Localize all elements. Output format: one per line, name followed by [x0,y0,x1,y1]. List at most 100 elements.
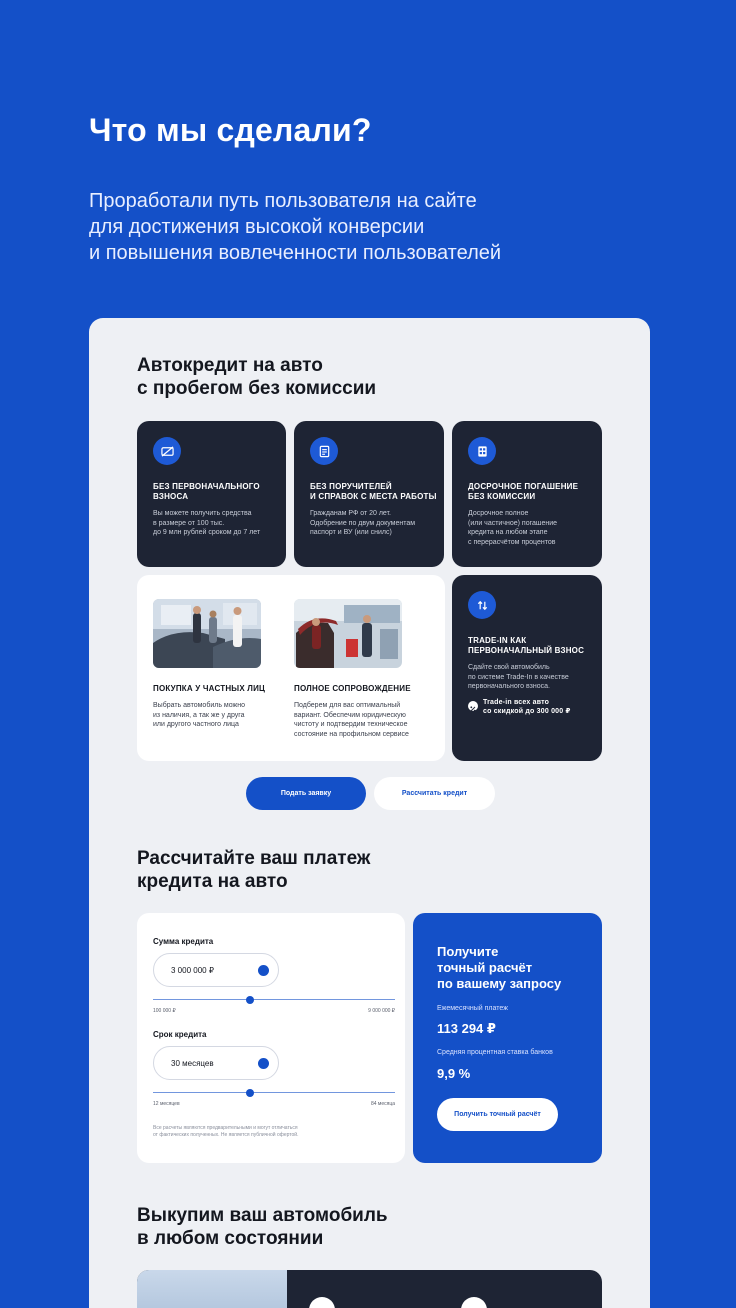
percent-icon [468,701,478,712]
title-line: Автокредит на авто [137,355,323,376]
feature-title-line: БЕЗ КОМИССИИ [468,492,536,501]
feature-text-line: в размере от 100 тыс. [153,519,225,527]
trade-in-promo: Trade-in всех авто со скидкой до 300 000… [483,698,571,716]
trade-in-card: TRADE-IN КАК ПЕРВОНАЧАЛЬНЫЙ ВЗНОС Сдайте… [452,575,602,761]
amount-label: Сумма кредита [153,937,214,946]
feature-text-line: кредита на любом этапе [468,529,548,536]
document-icon [310,437,338,465]
no-payment-icon [153,437,181,465]
feature-text-line: Сдайте свой автомобиль [468,664,550,671]
feature-text: Вы можете получить средства в размере от… [153,509,260,538]
feature-title: ДОСРОЧНОЕ ПОГАШЕНИЕ БЕЗ КОМИССИИ [468,482,578,502]
edit-icon[interactable] [258,965,269,976]
swap-arrows-icon [468,591,496,619]
hero-subtitle: Проработали путь пользователя на сайте д… [89,188,609,266]
term-input[interactable]: 30 месяцев [153,1046,279,1080]
term-min-label: 12 месяцев [153,1101,180,1107]
feature-title-line: ПЕРВОНАЧАЛЬНЫЙ ВЗНОС [468,646,585,655]
feature-text: Подберем для вас оптимальный вариант. Об… [294,701,409,739]
feature-title-line: И СПРАВОК С МЕСТА РАБОТЫ [310,492,437,501]
hero-subtitle-line: Проработали путь пользователя на сайте [89,190,477,212]
mockup-panel: Автокредит на авто с пробегом без комисс… [89,318,650,1308]
term-label: Срок кредита [153,1030,207,1039]
amount-input[interactable]: 3 000 000 ₽ [153,953,279,987]
apply-button[interactable]: Подать заявку [246,777,366,810]
page-title: Что мы сделали? [89,112,372,148]
title-line: Выкупим ваш автомобиль [137,1205,388,1226]
car-service-photo [294,599,402,668]
amount-max-label: 9 000 000 ₽ [368,1008,395,1014]
disclaimer-line: от фактических полученных. Не является п… [153,1132,299,1138]
feature-text: Выбрать автомобиль можно из наличия, а т… [153,701,245,730]
term-max-label: 84 месяца [370,1101,395,1107]
photo-features-card: ПОКУПКА У ЧАСТНЫХ ЛИЦ Выбрать автомобиль… [137,575,445,761]
amount-slider-thumb[interactable] [246,995,254,1004]
feature-text-line: из наличия, а так же у друга [153,711,245,719]
monthly-payment-value: 113 294 ₽ [437,1021,496,1036]
feature-text: Гражданам РФ от 20 лет. Одобрение по дву… [310,509,415,538]
calculate-credit-button[interactable]: Рассчитать кредит [374,777,495,810]
feature-text-line: Гражданам РФ от 20 лет. [310,510,391,517]
feature-title: ПОЛНОЕ СОПРОВОЖДЕНИЕ [294,684,411,694]
feature-text-line: чистоту и подтвердим техническое [294,721,408,728]
rate-value: 9,9 % [437,1066,471,1081]
title-line: в любом состоянии [137,1228,324,1249]
get-exact-calculation-button[interactable]: Получить точный расчёт [437,1098,558,1131]
feature-text-line: вариант. Обеспечим юридическую [294,711,406,719]
disclaimer-line: Все расчеты являются предварительными и … [153,1125,298,1131]
feature-card-no-guarantors: БЕЗ ПОРУЧИТЕЛЕЙ И СПРАВОК С МЕСТА РАБОТЫ… [294,421,444,567]
title-line: Рассчитайте ваш платеж [137,848,371,869]
feature-title: БЕЗ ПОРУЧИТЕЛЕЙ И СПРАВОК С МЕСТА РАБОТЫ [310,482,437,502]
feature-title-line: ДОСРОЧНОЕ ПОГАШЕНИЕ [468,482,579,491]
feature-text-line: Выбрать автомобиль можно [153,702,245,709]
offer-title-line: точный расчёт [437,960,533,975]
term-slider-track[interactable] [153,1092,395,1093]
feature-text-line: до 9 млн рублей сроком до 7 лет [153,529,261,536]
feature-text-line: Вы можете получить средства [153,510,252,517]
credit-section-title: Автокредит на авто с пробегом без комисс… [137,354,376,400]
feature-title-line: БЕЗ ПОРУЧИТЕЛЕЙ [310,482,392,491]
offer-title-line: Получите [437,944,499,959]
offer-title-line: по вашему запросу [437,976,562,991]
buyout-card [137,1270,602,1308]
title-line: кредита на авто [137,871,288,892]
feature-text-line: с перерасчётом процентов [468,538,556,546]
feature-card-no-down-payment: БЕЗ ПЕРВОНАЧАЛЬНОГО ВЗНОСА Вы можете пол… [137,421,286,567]
feature-text-line: паспорт и ВУ (или снилс) [310,529,392,536]
edit-icon[interactable] [258,1058,269,1069]
promo-line: со скидкой до 300 000 ₽ [483,708,571,715]
buyout-section-title: Выкупим ваш автомобиль в любом состоянии [137,1204,388,1250]
offer-card: Получите точный расчёт по вашему запросу… [413,913,602,1163]
disclaimer: Все расчеты являются предварительными и … [153,1125,299,1139]
feature-title-line: ПОКУПКА У ЧАСТНЫХ ЛИЦ [153,684,266,693]
feature-title: TRADE-IN КАК ПЕРВОНАЧАЛЬНЫЙ ВЗНОС [468,636,584,656]
feature-title: БЕЗ ПЕРВОНАЧАЛЬНОГО ВЗНОСА [153,482,260,502]
step-icon [309,1297,335,1308]
term-value: 30 месяцев [171,1059,214,1068]
amount-slider-track[interactable] [153,999,395,1000]
step-icon [461,1297,487,1308]
feature-text-line: (или частичное) погашение [468,519,558,527]
calculator-icon [468,437,496,465]
feature-title: ПОКУПКА У ЧАСТНЫХ ЛИЦ [153,684,265,694]
hero-subtitle-line: и повышения вовлеченности пользователей [89,242,502,264]
buyout-photo [137,1270,287,1308]
feature-text-line: или другого частного лица [153,721,239,728]
rate-label: Средняя процентная ставка банков [437,1049,553,1056]
feature-text-line: Подберем для вас оптимальный [294,702,401,709]
feature-title-line: ПОЛНОЕ СОПРОВОЖДЕНИЕ [294,684,411,693]
feature-text-line: первоначального взноса. [468,683,550,690]
feature-title-line: ВЗНОСА [153,492,189,501]
feature-text-line: по системе Trade-In в качестве [468,673,569,681]
calculator-card: Сумма кредита 3 000 000 ₽ 100 000 ₽ 9 00… [137,913,405,1163]
feature-text: Досрочное полное (или частичное) погашен… [468,509,557,547]
feature-title-line: БЕЗ ПЕРВОНАЧАЛЬНОГО [153,482,260,491]
term-slider-thumb[interactable] [246,1088,254,1097]
feature-card-early-repayment: ДОСРОЧНОЕ ПОГАШЕНИЕ БЕЗ КОМИССИИ Досрочн… [452,421,602,567]
feature-text-line: Досрочное полное [468,510,529,517]
title-line: с пробегом без комиссии [137,378,377,399]
monthly-payment-label: Ежемесячный платеж [437,1005,508,1012]
feature-text-line: состояние на профильном сервисе [294,730,409,738]
feature-text: Сдайте свой автомобиль по системе Trade-… [468,663,569,692]
amount-value: 3 000 000 ₽ [171,966,214,975]
